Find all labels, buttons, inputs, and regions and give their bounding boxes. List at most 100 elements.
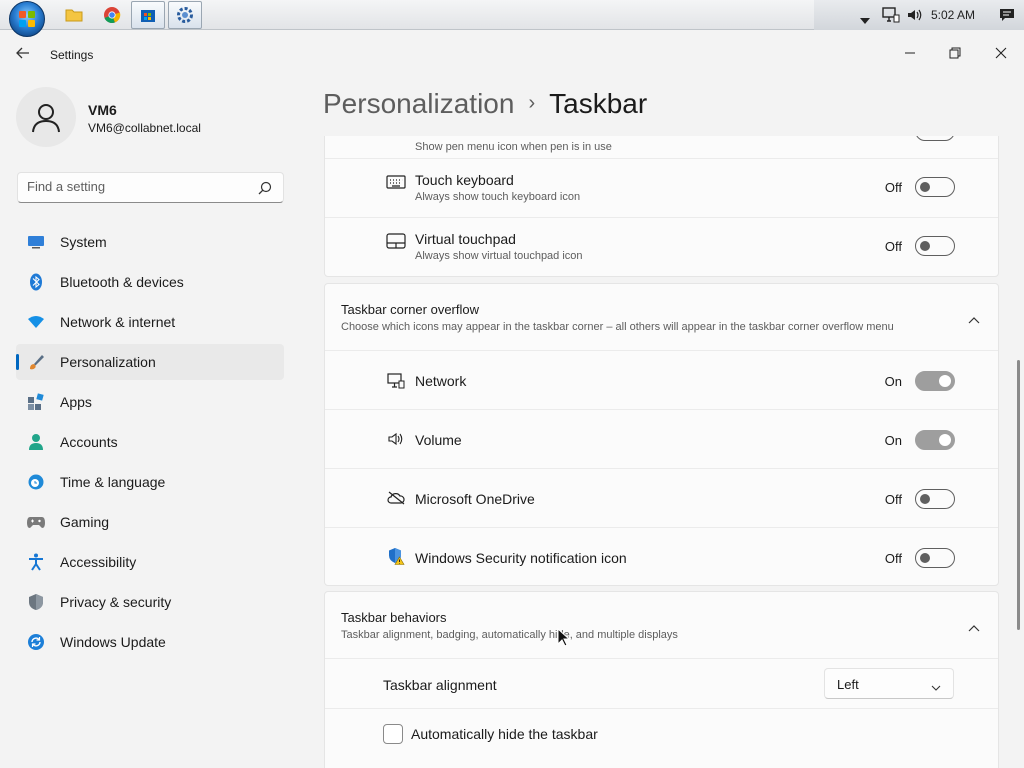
row-subtitle: Always show virtual touchpad icon (415, 250, 583, 262)
chevron-up-icon[interactable] (968, 311, 980, 329)
sidebar-item-label: Personalization (60, 354, 156, 370)
row-subtitle: Show pen menu icon when pen is in use (415, 141, 612, 153)
corner-overflow-header[interactable]: Taskbar corner overflow Choose which ico… (325, 284, 998, 350)
sidebar-item-apps[interactable]: Apps (16, 384, 284, 420)
toggle-state-label: On (884, 374, 902, 389)
chevron-up-icon[interactable] (968, 619, 980, 637)
user-icon (32, 104, 60, 133)
taskbar-behaviors-card: Taskbar behaviors Taskbar alignment, bad… (324, 591, 999, 768)
sidebar-item-accounts[interactable]: Accounts (16, 424, 284, 460)
section-title: Taskbar corner overflow (341, 302, 479, 317)
sidebar-item-label: Time & language (60, 474, 166, 490)
tray-overflow-chevron-icon[interactable] (860, 11, 870, 29)
sidebar-item-system[interactable]: System (16, 224, 284, 260)
row-title: Taskbar alignment (383, 677, 497, 693)
apps-icon (27, 393, 45, 411)
virtual-touchpad-toggle[interactable] (915, 236, 955, 256)
action-center-icon[interactable] (999, 7, 1015, 28)
scrollbar-thumb[interactable] (1017, 360, 1020, 630)
volume-toggle[interactable] (915, 430, 955, 450)
sidebar-item-gaming[interactable]: Gaming (16, 504, 284, 540)
avatar[interactable] (16, 87, 76, 147)
sidebar-item-personalization[interactable]: Personalization (16, 344, 284, 380)
taskbar-alignment-dropdown[interactable]: Left (824, 668, 954, 699)
sidebar-item-privacy-security[interactable]: Privacy & security (16, 584, 284, 620)
shield-icon (27, 593, 45, 611)
network-toggle[interactable] (915, 371, 955, 391)
pen-menu-row: Show pen menu icon when pen is in use (325, 136, 998, 158)
onedrive-toggle[interactable] (915, 489, 955, 509)
controller-icon (27, 513, 45, 531)
wifi-icon (27, 313, 45, 331)
start-button[interactable] (9, 1, 45, 37)
back-button[interactable] (14, 44, 34, 64)
touch-keyboard-toggle[interactable] (915, 177, 955, 197)
dropdown-value: Left (837, 677, 859, 692)
search-input[interactable] (27, 179, 247, 194)
maximize-button[interactable] (940, 38, 970, 68)
accessibility-icon (27, 553, 45, 571)
chrome-icon[interactable] (95, 1, 129, 29)
store-icon[interactable] (131, 1, 165, 29)
bluetooth-icon (27, 273, 45, 291)
breadcrumb: Personalization › Taskbar (323, 88, 647, 120)
sidebar-item-accessibility[interactable]: Accessibility (16, 544, 284, 580)
row-title: Network (415, 373, 467, 389)
touch-keyboard-row: Touch keyboard Always show touch keyboar… (325, 158, 998, 217)
app-title: Settings (50, 48, 94, 62)
row-title: Virtual touchpad (415, 231, 516, 247)
user-name: VM6 (88, 102, 117, 118)
breadcrumb-separator: › (528, 92, 536, 114)
breadcrumb-parent[interactable]: Personalization (323, 88, 514, 119)
file-explorer-icon[interactable] (57, 1, 91, 29)
speaker-icon (385, 428, 407, 450)
tray-volume-icon[interactable] (906, 7, 922, 28)
minimize-icon (905, 52, 915, 54)
sidebar-item-time-language[interactable]: Time & language (16, 464, 284, 500)
brush-icon (27, 353, 45, 371)
title-bar: Settings (0, 30, 1024, 78)
taskbar-behaviors-header[interactable]: Taskbar behaviors Taskbar alignment, bad… (325, 592, 998, 658)
row-title: Microsoft OneDrive (415, 491, 535, 507)
security-shield-icon (385, 545, 407, 567)
sidebar-item-windows-update[interactable]: Windows Update (16, 624, 284, 660)
settings-icon[interactable] (168, 1, 202, 29)
onedrive-icon (385, 487, 407, 509)
overflow-onedrive-row: Microsoft OneDrive Off (325, 468, 998, 527)
pen-menu-toggle[interactable] (915, 136, 955, 141)
sidebar-item-network[interactable]: Network & internet (16, 304, 284, 340)
row-title: Touch keyboard (415, 172, 514, 188)
system-tray (814, 0, 1024, 30)
windows-security-toggle[interactable] (915, 548, 955, 568)
accounts-icon (27, 433, 45, 451)
search-box[interactable] (17, 172, 284, 203)
auto-hide-checkbox[interactable] (383, 724, 403, 744)
toggle-state-label: Off (884, 492, 902, 507)
system-icon (27, 233, 45, 251)
minimize-button[interactable] (895, 38, 925, 68)
overflow-network-row: Network On (325, 350, 998, 409)
auto-hide-row: Automatically hide the taskbar (325, 708, 998, 758)
taskbar-alignment-row: Taskbar alignment Left (325, 658, 998, 708)
sidebar-item-label: Gaming (60, 514, 110, 530)
touchpad-icon (385, 230, 407, 252)
sidebar-item-label: System (60, 234, 107, 250)
row-title[interactable]: Automatically hide the taskbar (411, 726, 598, 742)
corner-overflow-card: Taskbar corner overflow Choose which ico… (324, 283, 999, 586)
sidebar-item-label: Privacy & security (60, 594, 172, 610)
row-subtitle: Always show touch keyboard icon (415, 191, 581, 203)
toggle-state-label: Off (884, 180, 902, 195)
user-email: VM6@collabnet.local (88, 121, 201, 135)
toggle-state-label: Off (884, 551, 902, 566)
search-icon[interactable] (258, 181, 272, 200)
sidebar-item-label: Apps (60, 394, 92, 410)
sidebar-item-label: Accessibility (60, 554, 137, 570)
sidebar-item-bluetooth[interactable]: Bluetooth & devices (16, 264, 284, 300)
chevron-down-icon (931, 679, 941, 697)
tray-network-icon[interactable] (882, 7, 900, 28)
clock[interactable]: 5:02 AM (931, 8, 975, 22)
network-monitor-icon (385, 370, 407, 392)
page-title: Taskbar (549, 88, 648, 119)
close-button[interactable] (986, 38, 1016, 68)
section-subtitle: Choose which icons may appear in the tas… (341, 321, 894, 333)
